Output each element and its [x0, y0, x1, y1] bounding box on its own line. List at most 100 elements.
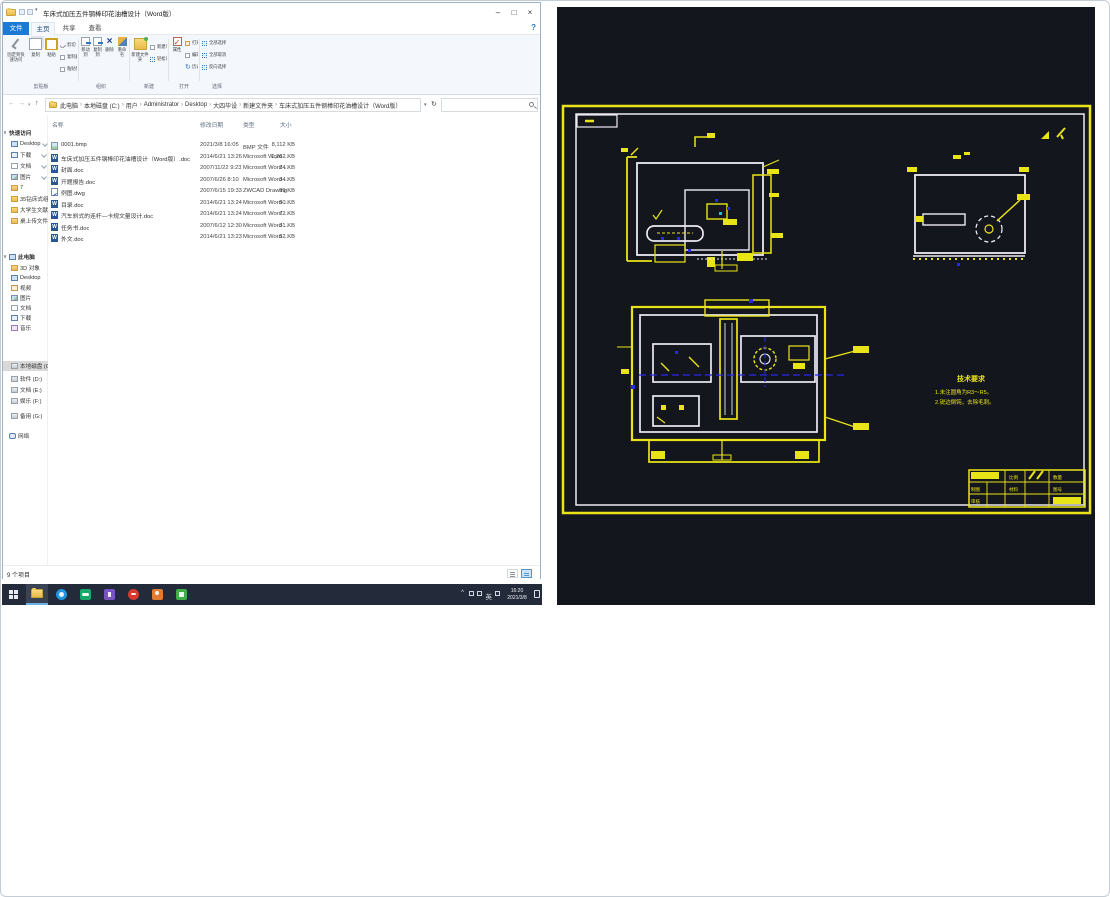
copy-button[interactable]: 复制	[28, 37, 43, 57]
input-language-indicator[interactable]: 英	[486, 591, 493, 601]
tab-share[interactable]: 共享	[57, 22, 81, 35]
list-view-toggle[interactable]	[507, 569, 518, 578]
move-to-button[interactable]: 移动到	[80, 37, 91, 57]
delete-button[interactable]: × 删除	[104, 37, 115, 53]
taskbar-file-explorer[interactable]	[26, 584, 48, 605]
tray-icon-3[interactable]	[495, 591, 500, 596]
forward-button[interactable]: →	[18, 100, 25, 107]
file-row[interactable]: 0001.bmp 2021/3/8 16:05 BMP 文件 8,112 KB	[48, 141, 518, 152]
select-none-button[interactable]: 全部取消	[202, 52, 232, 58]
thumbnail-view-toggle[interactable]	[521, 569, 532, 578]
title-bar[interactable]: ▾ 车床式加压五件钢棒印花油槽设计（Word版） – □ ×	[3, 3, 540, 22]
file-row[interactable]: 例图.dwg 2007/6/15 19:33 ZWCAD Drawing 89 …	[48, 187, 518, 198]
history-button[interactable]: ↻历史记录	[185, 64, 198, 70]
rename-button[interactable]: 重命名	[116, 37, 128, 57]
sidebar-item-3d-objects[interactable]: 3D 对象	[3, 263, 48, 273]
up-button[interactable]: ↑	[35, 100, 39, 107]
tray-icon-1[interactable]	[469, 591, 474, 596]
sidebar-item-drive-f[interactable]: 娱乐 (F:)	[3, 396, 48, 406]
sidebar-this-pc[interactable]: ∨ 此电脑	[3, 252, 48, 262]
taskbar-clock[interactable]: 16:20 2021/3/8	[502, 588, 532, 601]
refresh-icon[interactable]: ↻	[431, 100, 437, 108]
sidebar-quick-access[interactable]: ∨ 快速访问	[3, 128, 48, 138]
tab-home[interactable]: 主页	[31, 22, 55, 35]
breadcrumb-this-pc[interactable]: 此电脑	[60, 101, 78, 110]
column-header-type[interactable]: 类型	[243, 120, 255, 129]
paste-button[interactable]: 粘贴	[44, 37, 59, 57]
taskbar-app-orange[interactable]	[146, 584, 168, 605]
sidebar-item-drive-e[interactable]: 文档 (E:)	[3, 385, 48, 395]
file-row[interactable]: W 目录.doc 2014/6/21 13:24 Microsoft Word …	[48, 199, 518, 210]
select-all-button[interactable]: 全部选择	[202, 40, 232, 46]
sidebar-network[interactable]: 网络	[3, 431, 48, 441]
qat-button-2[interactable]	[27, 9, 33, 15]
column-header-date[interactable]: 修改日期	[200, 120, 223, 129]
properties-button[interactable]: ✓ 属性	[170, 37, 184, 52]
copy-path-button[interactable]: 复制路径	[60, 54, 77, 60]
file-row[interactable]: W 汽车刹式的连杆—卡规文量设计.doc 2014/6/21 13:24 Mic…	[48, 210, 518, 221]
sidebar-item-music[interactable]: 音乐	[3, 323, 48, 333]
edit-button[interactable]: 编辑	[185, 52, 198, 58]
open-button[interactable]: 打开	[185, 40, 198, 46]
breadcrumb-current-folder[interactable]: 车床式加压五件钢棒印花油槽设计（Word版）	[279, 101, 401, 110]
qat-dropdown-icon[interactable]: ▾	[35, 7, 38, 13]
file-row[interactable]: W 封面.doc 2007/11/22 9:23 Microsoft Word …	[48, 164, 518, 175]
new-item-button[interactable]: 新建项目 ▾	[150, 44, 167, 50]
taskbar-app-messenger[interactable]	[74, 584, 96, 605]
sidebar-item-drive-c[interactable]: 本地磁盘 (C:)	[3, 361, 48, 371]
column-header-size[interactable]: 大小	[280, 120, 292, 129]
qat-button-1[interactable]	[19, 9, 25, 15]
sidebar-item-desktop-qa[interactable]: Desktop	[3, 139, 48, 149]
sidebar-item-videos[interactable]: 视频	[3, 283, 48, 293]
tray-expand-icon[interactable]: ^	[461, 590, 464, 596]
sidebar-item-folder-35[interactable]: 35钻床式组合机-案	[3, 194, 48, 204]
file-row[interactable]: W 任务书.doc 2007/6/12 12:30 Microsoft Word…	[48, 222, 518, 233]
invert-selection-button[interactable]: 反向选择	[202, 64, 232, 70]
breadcrumb-desktop[interactable]: Desktop	[185, 102, 207, 108]
sidebar-item-folder-upload[interactable]: 桌上传文件	[3, 216, 48, 226]
sidebar-item-folder-docs[interactable]: 大学生文献试题资料	[3, 205, 48, 215]
sidebar-item-pictures-pc[interactable]: 图片	[3, 293, 48, 303]
breadcrumb-users[interactable]: 用户	[126, 101, 138, 110]
sidebar-item-desktop-pc[interactable]: Desktop	[3, 273, 48, 283]
sidebar-item-drive-g[interactable]: 备用 (G:)	[3, 411, 48, 421]
address-bar[interactable]: 此电脑 › 本地磁盘 (C:) › 用户 › Administrator › Deskt…	[45, 98, 421, 112]
file-row[interactable]: W 车床式加压五件钢棒印花油槽设计（Word版）.doc 2014/6/21 1…	[48, 153, 518, 164]
cut-button[interactable]: 剪切	[60, 42, 77, 48]
tab-file[interactable]: 文件	[3, 22, 29, 35]
paste-shortcut-button[interactable]: 粘贴快捷方式	[60, 66, 77, 72]
copy-to-button[interactable]: 复制到	[92, 37, 103, 57]
pin-to-quick-access-button[interactable]: 固定到快速访问	[6, 37, 26, 62]
breadcrumb-drive-c[interactable]: 本地磁盘 (C:)	[84, 101, 120, 110]
file-row[interactable]: W 外文.doc 2014/6/21 13:23 Microsoft Word …	[48, 233, 518, 244]
breadcrumb-administrator[interactable]: Administrator	[144, 102, 179, 108]
sidebar-item-folder-7[interactable]: 7	[3, 183, 48, 193]
sidebar-item-documents-qa[interactable]: 文档	[3, 161, 48, 171]
sidebar-item-drive-d[interactable]: 软件 (D:)	[3, 374, 48, 384]
history-dropdown-icon[interactable]: ▾	[28, 102, 31, 108]
sidebar-item-pictures-qa[interactable]: 图片	[3, 172, 48, 182]
taskbar-app-purple[interactable]	[98, 584, 120, 605]
sidebar-item-downloads-pc[interactable]: 下载	[3, 313, 48, 323]
start-button[interactable]	[2, 584, 24, 605]
file-row[interactable]: W 开题报告.doc 2007/6/26 8:10 Microsoft Word…	[48, 176, 518, 187]
tray-icon-2[interactable]	[477, 591, 482, 596]
sidebar-item-documents-pc[interactable]: 文档	[3, 303, 48, 313]
help-icon[interactable]: ?	[531, 23, 536, 32]
sidebar-item-downloads-qa[interactable]: 下载	[3, 150, 48, 160]
new-folder-button[interactable]: 新建文件夹	[131, 37, 149, 62]
back-button[interactable]: ←	[8, 100, 15, 107]
address-dropdown-icon[interactable]: ▾	[424, 102, 427, 108]
tab-view[interactable]: 查看	[83, 22, 107, 35]
close-button[interactable]: ×	[522, 3, 538, 22]
maximize-button[interactable]: □	[506, 3, 522, 22]
taskbar-app-browser[interactable]	[50, 584, 72, 605]
breadcrumb-folder-1[interactable]: 大四毕设	[213, 101, 237, 110]
notification-icon[interactable]	[534, 590, 540, 598]
taskbar-app-green[interactable]	[170, 584, 192, 605]
easy-access-button[interactable]: 轻松访问 ▾	[150, 56, 167, 62]
search-input[interactable]	[441, 98, 538, 112]
breadcrumb-folder-2[interactable]: 新建文件夹	[243, 101, 273, 110]
column-header-name[interactable]: 名称	[52, 120, 64, 129]
taskbar-app-red[interactable]	[122, 584, 144, 605]
